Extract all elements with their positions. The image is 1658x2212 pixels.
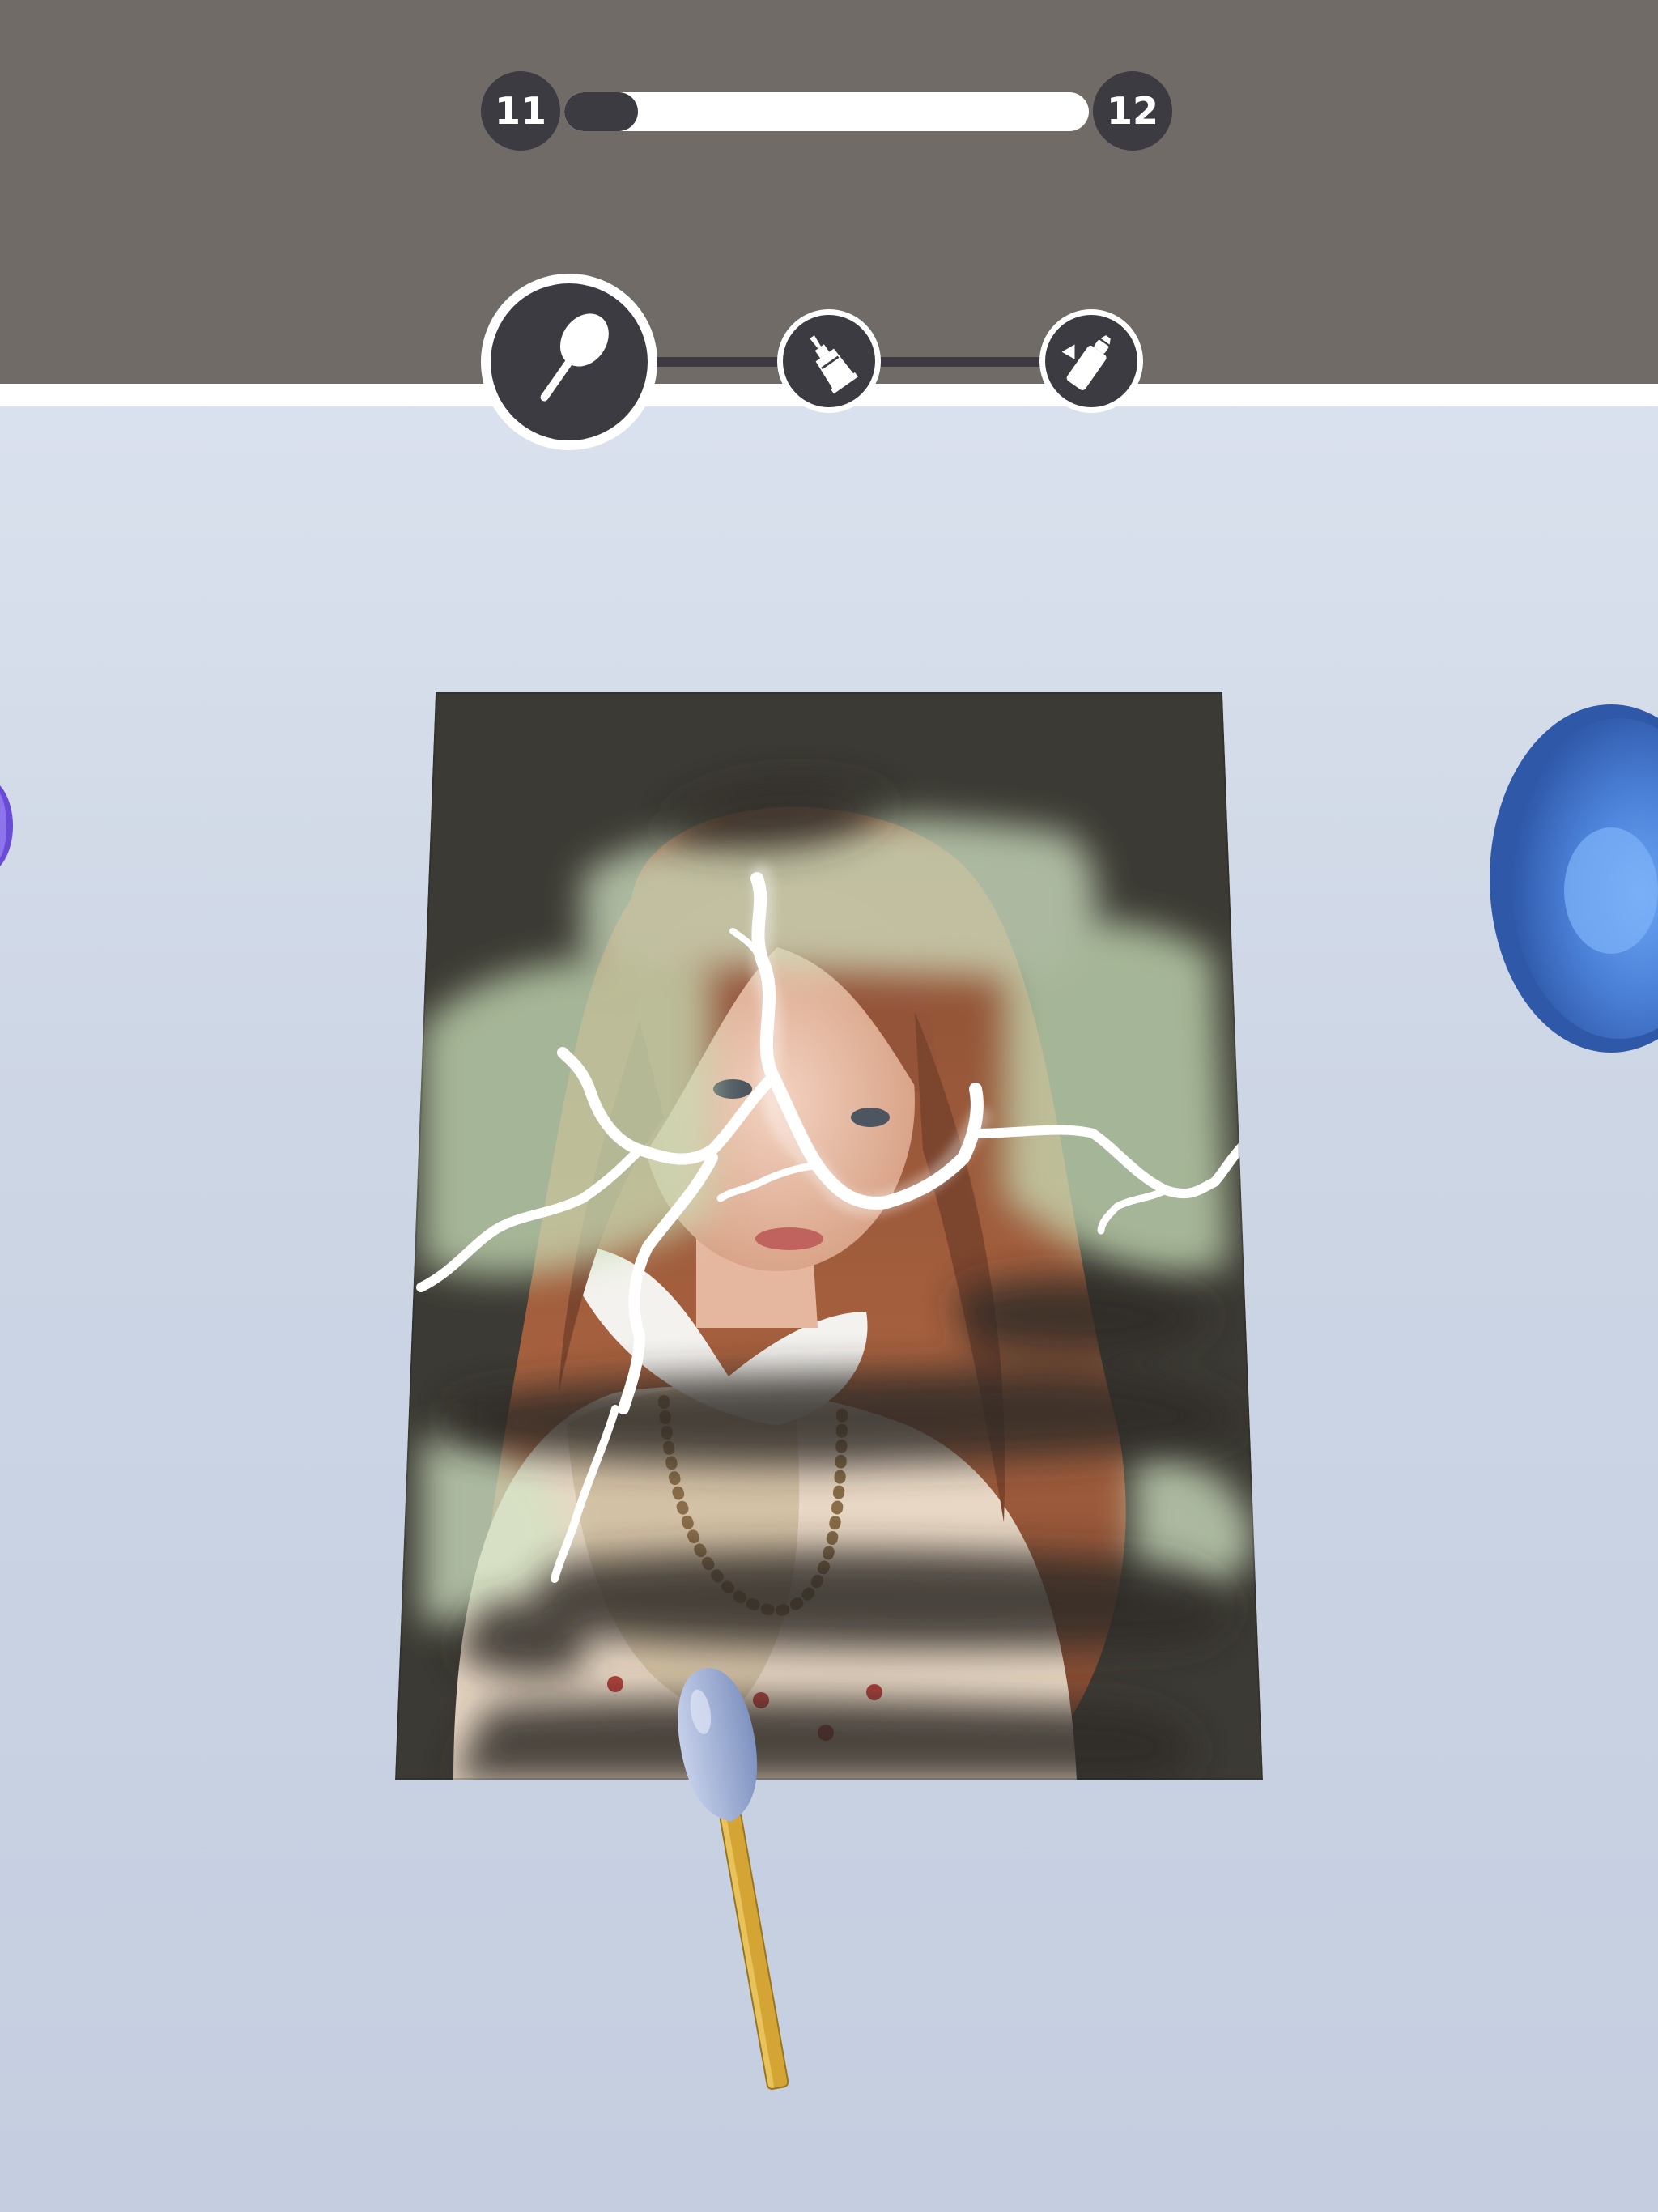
right-bowl[interactable] [1490, 704, 1658, 1053]
glue-tube-icon [810, 335, 858, 394]
spray-tool-button[interactable] [1039, 309, 1143, 413]
left-bowl[interactable] [0, 777, 13, 874]
game-scene[interactable] [0, 406, 1658, 2212]
current-level-badge: 11 [481, 71, 560, 151]
next-level-badge: 12 [1093, 71, 1172, 151]
spray-can-icon [1061, 335, 1111, 390]
level-progress-bar [564, 92, 1089, 131]
glue-tool-button[interactable] [777, 309, 881, 413]
level-progress-fill [564, 92, 638, 131]
cracked-photo[interactable] [395, 692, 1263, 1781]
